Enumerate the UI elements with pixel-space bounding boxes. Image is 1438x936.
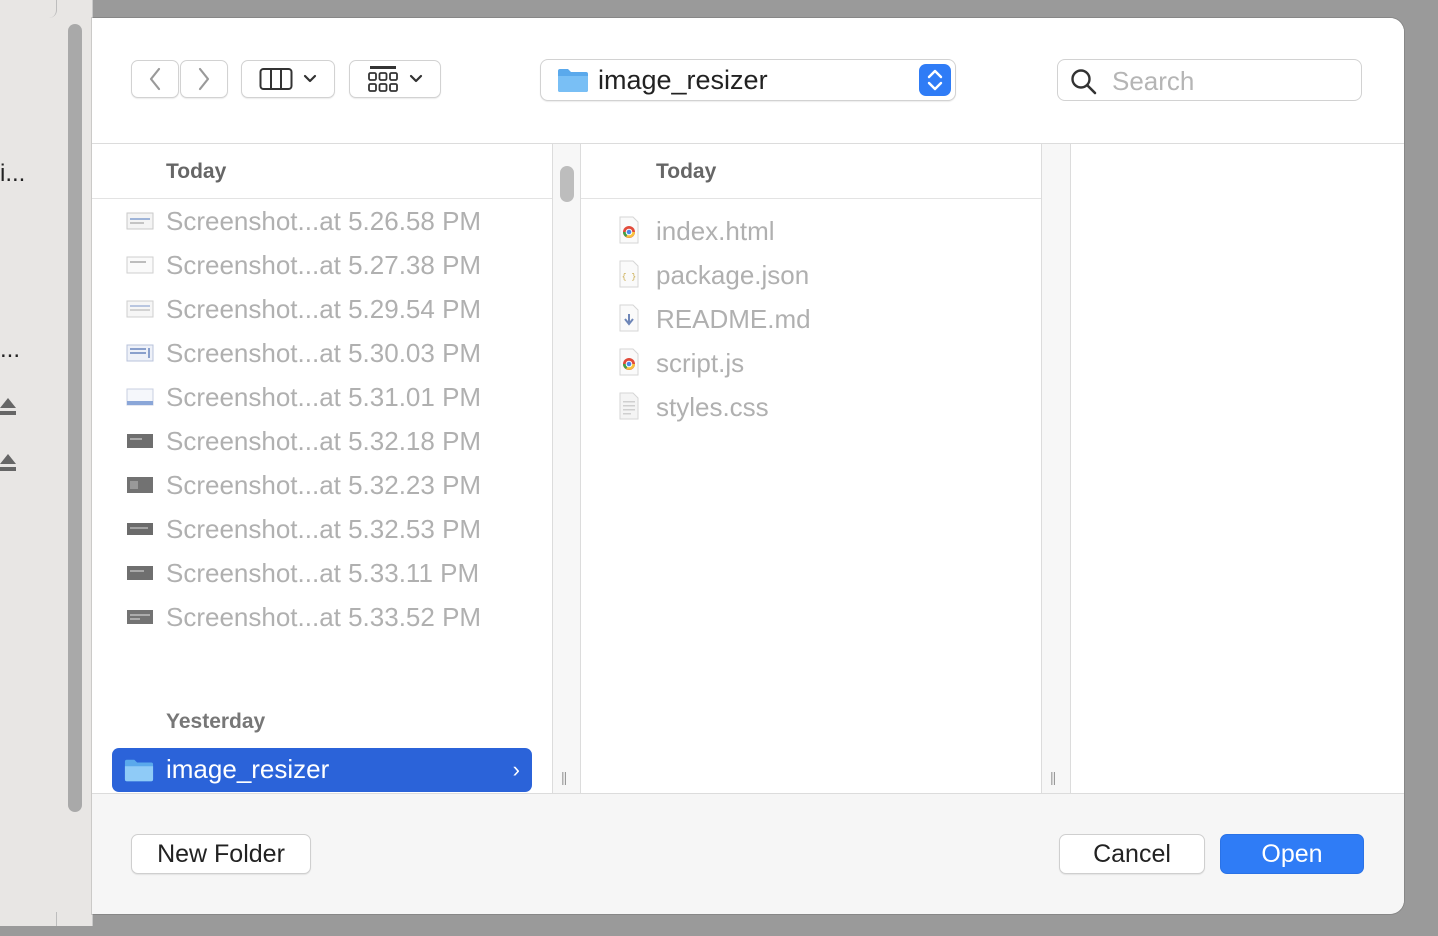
- current-folder-label: image_resizer: [598, 65, 768, 95]
- forward-button[interactable]: [180, 60, 228, 98]
- list-item[interactable]: Screenshot...at 5.33.52 PM: [92, 596, 552, 640]
- columns-view-icon: [259, 68, 293, 90]
- list-item[interactable]: Screenshot...at 5.27.38 PM: [92, 244, 552, 288]
- column-resize-handle[interactable]: ||: [1050, 769, 1056, 785]
- column-2[interactable]: Today index.html { } package.json README…: [581, 144, 1042, 793]
- list-item[interactable]: index.html: [581, 210, 1041, 254]
- open-button[interactable]: Open: [1220, 834, 1364, 874]
- list-item[interactable]: styles.css: [581, 386, 1041, 430]
- column-1[interactable]: Today Screenshot...at 5.26.58 PM Screens…: [92, 144, 553, 793]
- image-thumbnail-icon: [127, 566, 153, 580]
- image-thumbnail-icon: [127, 434, 153, 448]
- markdown-file-icon: [619, 304, 639, 332]
- section-header-yesterday: Yesterday: [166, 710, 266, 733]
- selected-folder-row[interactable]: image_resizer ›: [112, 748, 532, 792]
- chevron-right-icon: ›: [512, 757, 520, 782]
- image-thumbnail-icon: [126, 388, 154, 406]
- list-item[interactable]: Screenshot...at 5.26.58 PM: [92, 200, 552, 244]
- list-item[interactable]: script.js: [581, 342, 1041, 386]
- folder-icon: [124, 759, 154, 782]
- location-popup[interactable]: image_resizer: [540, 59, 956, 101]
- image-thumbnail-icon: [126, 212, 154, 230]
- column-header: Today: [581, 144, 1041, 199]
- list-item[interactable]: README.md: [581, 298, 1041, 342]
- column-header: Today: [92, 144, 552, 199]
- popup-stepper[interactable]: [919, 64, 951, 96]
- list-item[interactable]: Screenshot...at 5.33.11 PM: [92, 552, 552, 596]
- list-item[interactable]: Screenshot...at 5.32.18 PM: [92, 420, 552, 464]
- eject-icon[interactable]: [0, 452, 16, 472]
- group-by-button[interactable]: [349, 60, 441, 98]
- chevron-down-icon: [303, 74, 317, 83]
- list-item[interactable]: Screenshot...at 5.32.23 PM: [92, 464, 552, 508]
- eject-icon[interactable]: [0, 396, 16, 416]
- column-1-scrollbar[interactable]: [560, 166, 574, 202]
- column-3[interactable]: [1071, 144, 1404, 793]
- chevron-down-icon: [409, 74, 423, 83]
- image-thumbnail-icon: [127, 610, 153, 624]
- search-input[interactable]: [1110, 66, 1354, 96]
- background-window-edge: [0, 912, 57, 926]
- section-header-today: Today: [656, 160, 717, 183]
- image-thumbnail-icon: [126, 344, 154, 362]
- background-sidebar-text: i...: [0, 160, 26, 187]
- dialog-toolbar: image_resizer: [92, 18, 1404, 144]
- column-resize-handle[interactable]: ||: [561, 769, 567, 785]
- list-item[interactable]: { } package.json: [581, 254, 1041, 298]
- section-header-today: Today: [166, 160, 227, 183]
- chrome-html-icon: [619, 216, 639, 244]
- background-scrollbar[interactable]: [68, 24, 82, 812]
- chrome-js-icon: [619, 348, 639, 376]
- list-item[interactable]: Screenshot...at 5.29.54 PM: [92, 288, 552, 332]
- list-item[interactable]: Screenshot...at 5.32.53 PM: [92, 508, 552, 552]
- column-browser: Today Screenshot...at 5.26.58 PM Screens…: [92, 144, 1404, 794]
- search-icon: [1071, 69, 1097, 95]
- column-1-gutter: ||: [553, 144, 581, 793]
- list-item[interactable]: Screenshot...at 5.30.03 PM: [92, 332, 552, 376]
- image-thumbnail-icon: [127, 523, 153, 535]
- image-thumbnail-icon: [127, 477, 153, 493]
- svg-text:{ }: { }: [622, 273, 636, 282]
- view-mode-button[interactable]: [241, 60, 335, 98]
- cancel-button[interactable]: Cancel: [1059, 834, 1205, 874]
- image-thumbnail-icon: [126, 300, 154, 318]
- chevron-up-down-icon: [927, 69, 943, 91]
- open-file-dialog: image_resizer Today Screensh: [92, 18, 1404, 914]
- folder-icon: [558, 69, 588, 92]
- background-sidebar-text: ...: [0, 336, 21, 363]
- list-item[interactable]: Screenshot...at 5.31.01 PM: [92, 376, 552, 420]
- image-thumbnail-icon: [126, 256, 154, 274]
- css-file-icon: [619, 392, 639, 420]
- back-button[interactable]: [131, 60, 179, 98]
- chevron-right-icon: [198, 67, 210, 91]
- new-folder-button[interactable]: New Folder: [131, 834, 311, 874]
- column-2-gutter: ||: [1042, 144, 1071, 793]
- json-file-icon: { }: [619, 260, 639, 288]
- search-field[interactable]: [1057, 59, 1362, 101]
- background-window-edge: [0, 0, 57, 18]
- chevron-left-icon: [149, 67, 161, 91]
- selected-folder-label: image_resizer: [166, 754, 330, 784]
- dialog-button-bar: New Folder Cancel Open: [92, 794, 1404, 914]
- background-window: i... ...: [0, 0, 93, 926]
- group-grid-icon: [368, 66, 398, 92]
